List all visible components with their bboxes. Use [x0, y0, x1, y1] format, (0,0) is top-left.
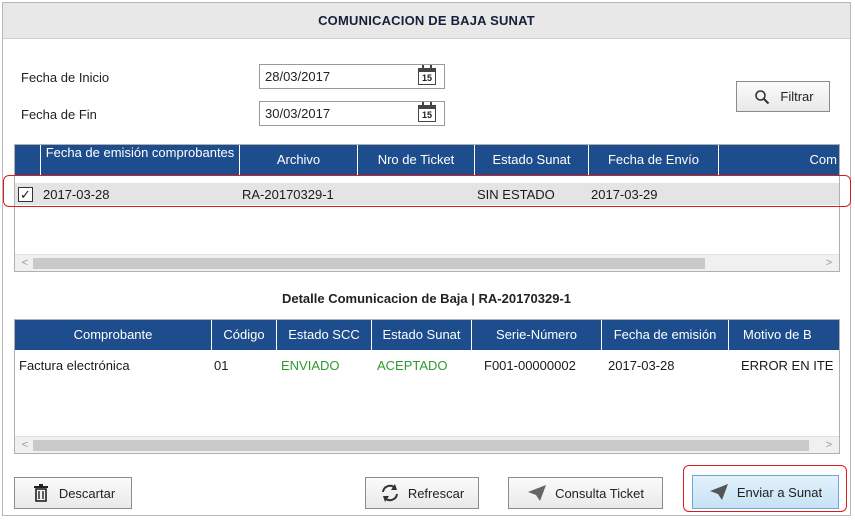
column-header[interactable]: Motivo de B [729, 320, 839, 350]
start-date-label: Fecha de Inicio [21, 70, 110, 85]
column-header[interactable]: Nro de Ticket [358, 145, 475, 175]
column-header[interactable]: Serie-Número [472, 320, 602, 350]
scroll-right-icon[interactable]: > [821, 255, 837, 271]
calendar-icon[interactable]: 15 [418, 65, 436, 85]
select-column-header [15, 145, 41, 175]
column-header[interactable]: Estado Sunat [475, 145, 589, 175]
calendar-icon[interactable]: 15 [418, 102, 436, 122]
cell-fecha: 2017-03-28 [608, 357, 675, 373]
summary-grid: Fecha de emisión comprobantes Archivo Nr… [14, 144, 840, 272]
cell-estado-sunat: ACEPTADO [377, 357, 448, 373]
horizontal-scrollbar[interactable]: < > [15, 436, 839, 453]
refresh-icon [380, 483, 400, 503]
column-header[interactable]: Estado SCC [277, 320, 372, 350]
detail-title: Detalle Comunicacion de Baja | RA-201703… [281, 291, 572, 306]
summary-grid-header: Fecha de emisión comprobantes Archivo Nr… [15, 145, 839, 175]
cell-estado-scc: ENVIADO [281, 357, 340, 373]
column-header[interactable]: Com [719, 145, 839, 175]
end-date-field[interactable]: 30/03/2017 15 [259, 101, 445, 126]
column-header[interactable]: Archivo [240, 145, 358, 175]
search-icon [752, 87, 772, 107]
check-ticket-button-label: Consulta Ticket [555, 485, 644, 501]
scroll-thumb[interactable] [33, 258, 705, 269]
column-header[interactable]: Estado Sunat [372, 320, 472, 350]
highlight-send-button [683, 465, 847, 512]
scroll-right-icon[interactable]: > [821, 437, 837, 453]
scroll-thumb[interactable] [33, 440, 809, 451]
end-date-label: Fecha de Fin [21, 107, 97, 122]
discard-button-label: Descartar [58, 485, 116, 501]
filter-button-label: Filtrar [780, 89, 814, 104]
filter-button[interactable]: Filtrar [736, 81, 830, 112]
column-header[interactable]: Fecha de emisión [602, 320, 729, 350]
baja-window: COMUNICACION DE BAJA SUNAT Fecha de Inic… [2, 2, 851, 516]
column-header[interactable]: Fecha de Envío [589, 145, 719, 175]
highlight-selected-row [3, 175, 851, 207]
end-date-value: 30/03/2017 [265, 106, 331, 121]
cell-serie: F001-00000002 [484, 357, 576, 373]
trash-icon [31, 483, 51, 503]
column-header[interactable]: Fecha de emisión comprobantes [41, 145, 240, 175]
scroll-left-icon[interactable]: < [17, 255, 33, 271]
start-date-value: 28/03/2017 [265, 69, 331, 84]
start-date-field[interactable]: 28/03/2017 15 [259, 64, 445, 89]
detail-grid: Comprobante Código Estado SCC Estado Sun… [14, 319, 840, 454]
cell-codigo: 01 [214, 357, 229, 373]
check-ticket-button[interactable]: Consulta Ticket [508, 477, 663, 509]
scroll-left-icon[interactable]: < [17, 437, 33, 453]
cell-comprobante: Factura electrónica [19, 357, 130, 373]
refresh-button-label: Refrescar [407, 485, 465, 501]
table-row[interactable]: Factura electrónica 01 ENVIADO ACEPTADO … [15, 354, 839, 376]
send-icon [527, 483, 547, 503]
refresh-button[interactable]: Refrescar [365, 477, 479, 509]
detail-grid-header: Comprobante Código Estado SCC Estado Sun… [15, 320, 839, 350]
window-title: COMUNICACION DE BAJA SUNAT [3, 3, 850, 39]
horizontal-scrollbar[interactable]: < > [15, 254, 839, 271]
cell-motivo: ERROR EN ITE [741, 357, 834, 373]
discard-button[interactable]: Descartar [14, 477, 132, 509]
column-header[interactable]: Código [212, 320, 277, 350]
column-header[interactable]: Comprobante [15, 320, 212, 350]
